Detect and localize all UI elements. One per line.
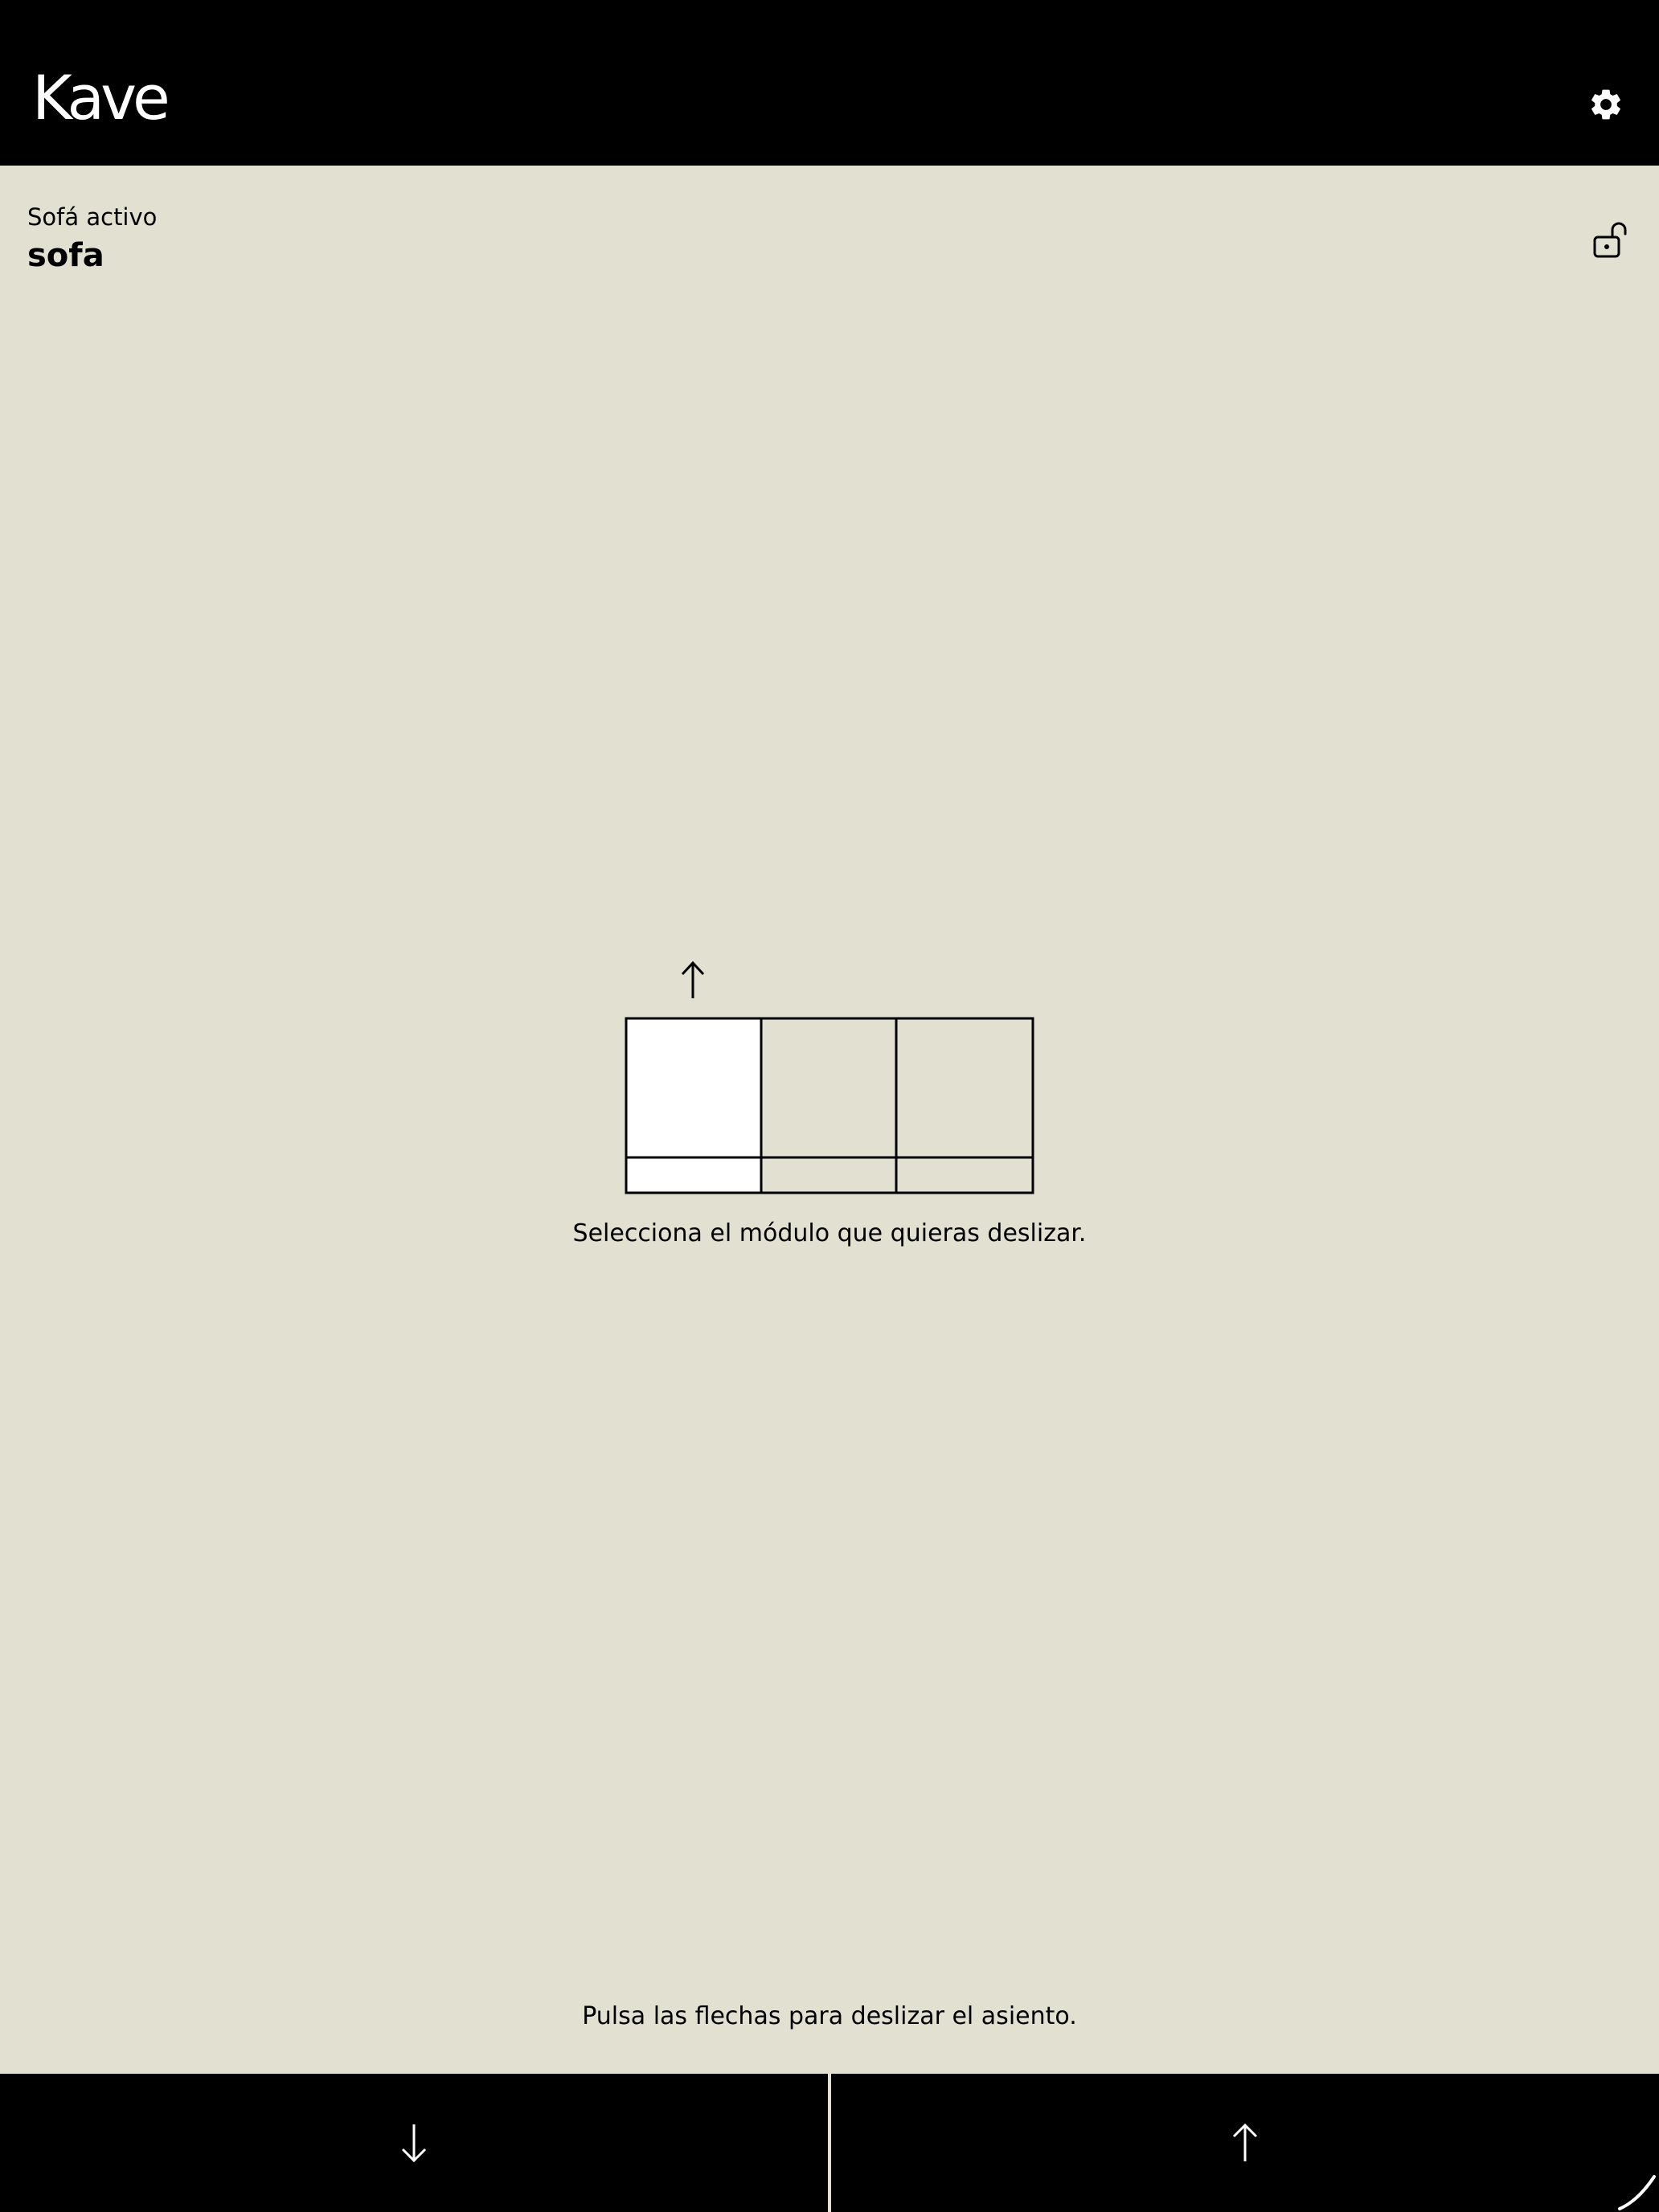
sofa-module-3[interactable] [895, 1017, 1034, 1194]
corner-curve-icon [1618, 2175, 1656, 2210]
module-instruction: Selecciona el módulo que quieras desliza… [572, 1219, 1087, 1247]
sofa-module-2[interactable] [760, 1017, 898, 1194]
top-bar: Kave [0, 0, 1659, 166]
unlock-icon[interactable] [1591, 220, 1632, 260]
arrows-hint: Pulsa las flechas para deslizar el asien… [582, 2002, 1077, 2030]
sofa-module-1[interactable] [625, 1017, 763, 1194]
gear-icon[interactable] [1587, 86, 1624, 123]
active-sofa-label: Sofá activo [27, 203, 158, 231]
arrow-up-icon [1232, 2123, 1258, 2161]
arrow-down-icon [401, 2124, 427, 2163]
sofa-name: sofa [27, 237, 104, 274]
slide-up-button[interactable] [831, 2074, 1659, 2212]
app-logo: Kave [32, 62, 170, 133]
bottom-bar [0, 2074, 1659, 2212]
selected-module-arrow-up-icon [681, 961, 705, 998]
slide-down-button[interactable] [0, 2074, 828, 2212]
sofa-diagram [625, 961, 1034, 1194]
